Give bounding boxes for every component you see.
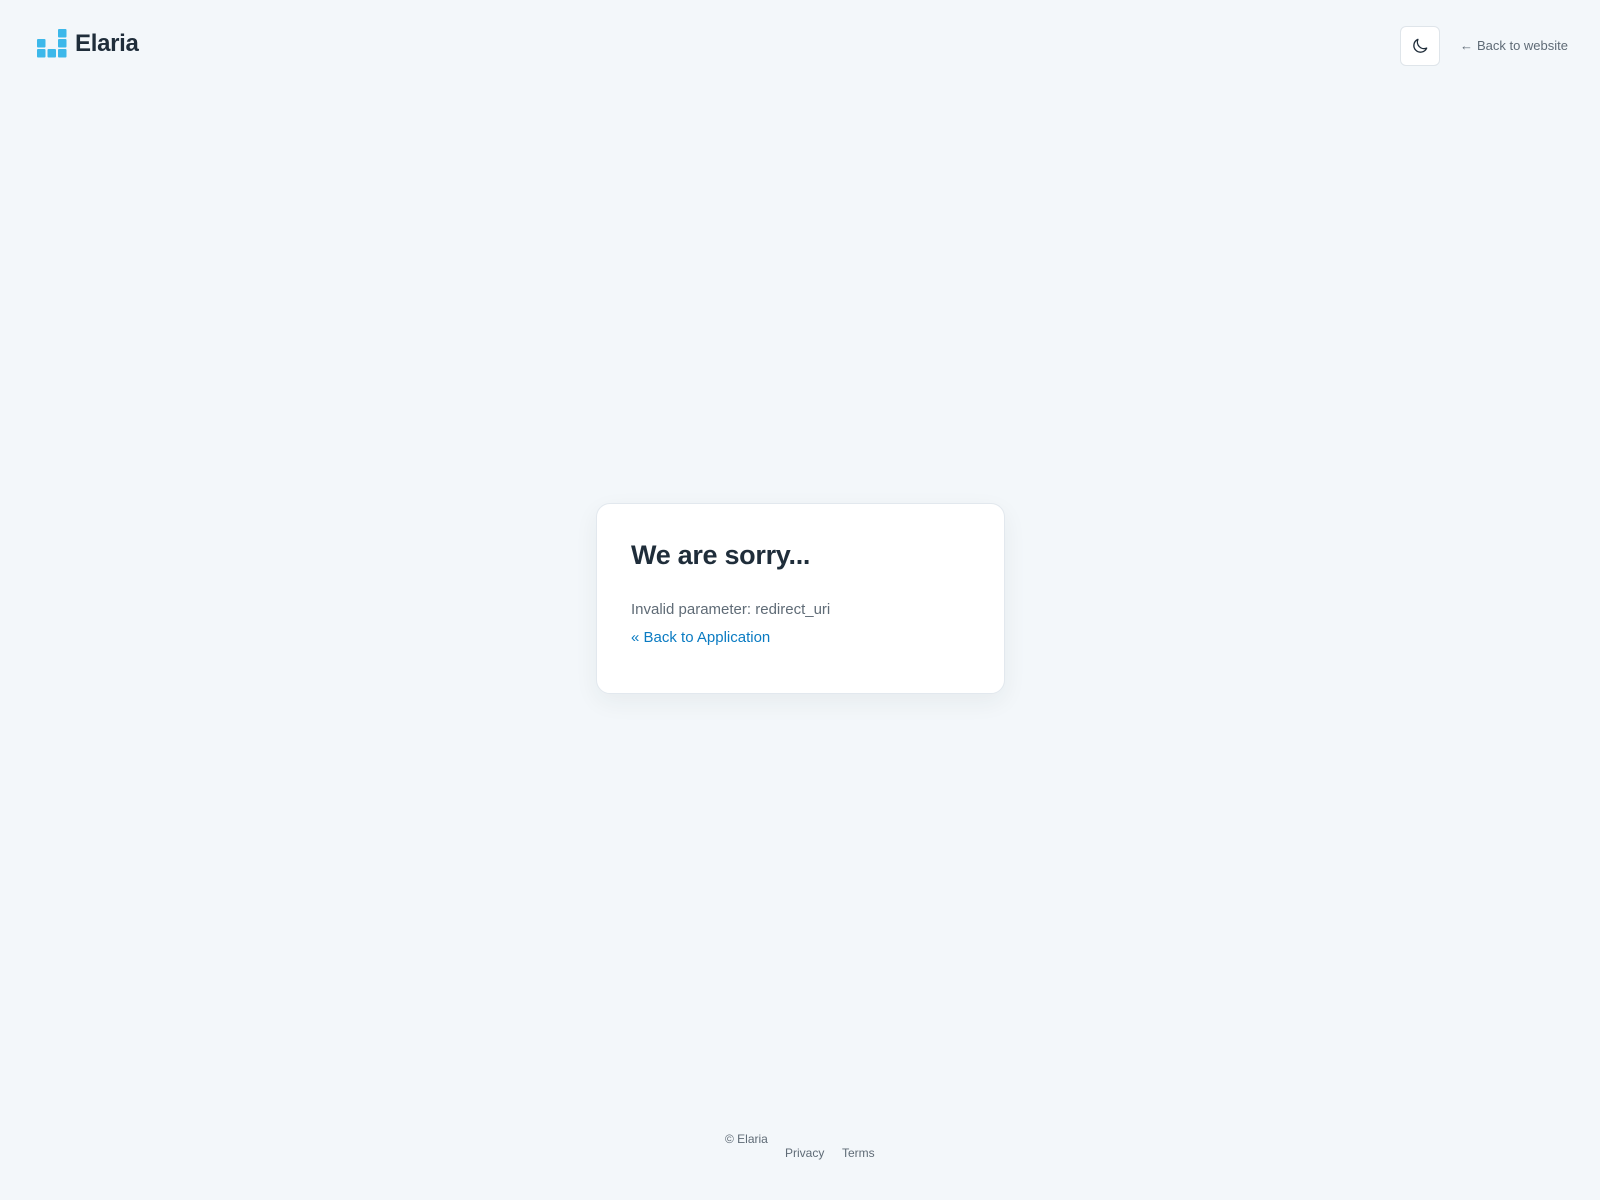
terms-link[interactable]: Terms xyxy=(842,1146,875,1160)
back-to-website-link[interactable]: ← Back to website xyxy=(1460,38,1568,53)
top-header: Elaria ← Back to website xyxy=(0,0,1600,90)
error-title: We are sorry... xyxy=(631,540,811,570)
moon-icon xyxy=(1413,38,1428,53)
error-message: Invalid parameter: redirect_uri xyxy=(631,601,831,618)
theme-toggle-button[interactable] xyxy=(1400,26,1440,66)
bar-blocks-logo-icon xyxy=(37,29,67,58)
back-to-website-label: Back to website xyxy=(1476,38,1568,53)
brand-home-link[interactable]: Elaria xyxy=(37,29,139,59)
arrow-left-icon: ← xyxy=(1459,38,1473,53)
error-card: We are sorry... Invalid parameter: redir… xyxy=(596,503,1005,694)
copyright-text: © Elaria xyxy=(725,1132,768,1146)
back-to-application-link[interactable]: « Back to Application xyxy=(631,628,770,648)
privacy-link[interactable]: Privacy xyxy=(785,1146,824,1160)
brand-name: Elaria xyxy=(75,30,139,57)
